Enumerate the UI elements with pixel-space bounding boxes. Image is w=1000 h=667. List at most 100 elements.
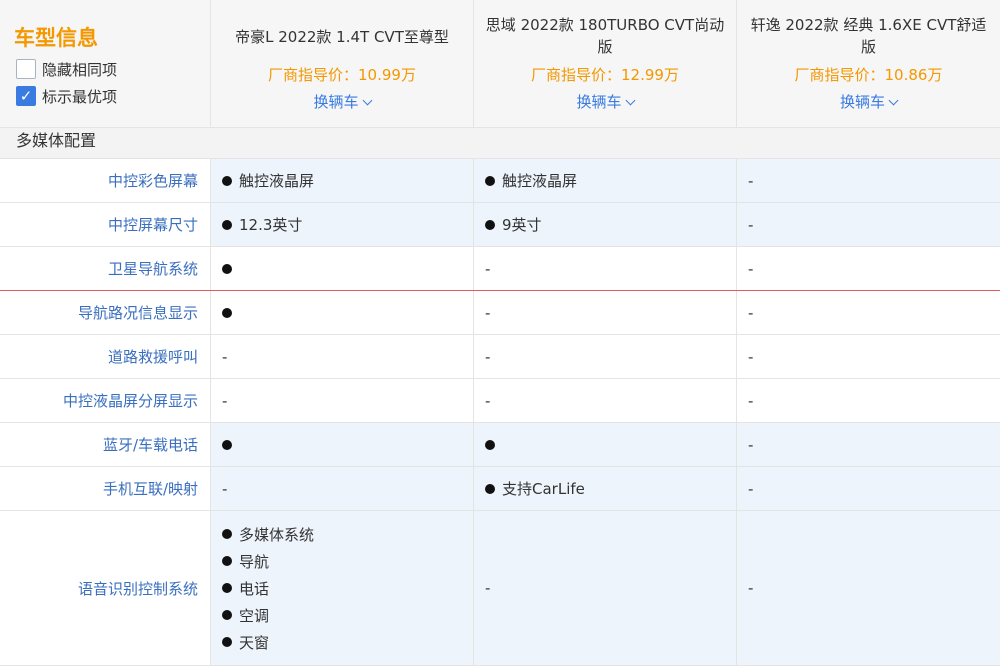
table-row: 中控彩色屏幕 触控液晶屏 触控液晶屏 - (0, 159, 1000, 203)
list-item: 导航 (222, 548, 314, 575)
spec-cell: 触控液晶屏 (474, 159, 737, 202)
spec-cell: - (737, 467, 1000, 510)
spec-value: 触控液晶屏 (502, 172, 578, 190)
row-label: 中控液晶屏分屏显示 (0, 379, 211, 422)
spec-cell: 多媒体系统 导航 电话 空调 天窗 (211, 511, 474, 665)
row-label: 手机互联/映射 (0, 467, 211, 510)
standard-dot-icon (485, 483, 495, 494)
spec-value: 触控液晶屏 (239, 172, 315, 190)
page-title: 车型信息 (14, 26, 98, 50)
car-price: 厂商指导价：12.99万 (531, 66, 679, 84)
row-label: 中控屏幕尺寸 (0, 203, 211, 246)
spec-cell: - (737, 423, 1000, 466)
car-name: 轩逸 2022款 经典 1.6XE CVT舒适版 (750, 16, 987, 56)
table-row: 中控液晶屏分屏显示 - - - (0, 379, 1000, 423)
spec-cell: - (474, 511, 737, 665)
spec-cell: - (737, 247, 1000, 290)
spec-cell: - (474, 247, 737, 290)
spec-value: - (748, 435, 754, 454)
chevron-down-icon (888, 95, 899, 106)
spec-cell (211, 423, 474, 466)
standard-dot-icon (222, 556, 232, 566)
spec-cell: - (474, 291, 737, 334)
header-label-cell: 车型信息 隐藏相同项 ✓ 标示最优项 (0, 0, 211, 127)
car-column-1: 帝豪L 2022款 1.4T CVT至尊型 厂商指导价：10.99万 换辆车 (211, 0, 474, 127)
spec-cell: - (211, 335, 474, 378)
switch-car-label: 换辆车 (576, 93, 622, 111)
switch-car-button[interactable]: 换辆车 (474, 91, 736, 112)
spec-cell (211, 247, 474, 290)
spec-cell: - (737, 335, 1000, 378)
switch-car-label: 换辆车 (839, 93, 885, 111)
car-name: 帝豪L 2022款 1.4T CVT至尊型 (235, 28, 449, 46)
spec-cell: - (474, 335, 737, 378)
spec-cell: - (211, 467, 474, 510)
spec-cell (474, 423, 737, 466)
table-row: 语音识别控制系统 多媒体系统 导航 电话 空调 天窗 - - (0, 511, 1000, 666)
spec-cell (211, 291, 474, 334)
standard-dot-icon (222, 307, 232, 318)
table-row: 手机互联/映射 - 支持CarLife - (0, 467, 1000, 511)
switch-car-button[interactable]: 换辆车 (211, 91, 473, 112)
spec-value: - (748, 259, 754, 278)
spec-value: - (748, 479, 754, 498)
hide-same-toggle[interactable]: 隐藏相同项 (16, 58, 117, 80)
spec-cell: - (737, 203, 1000, 246)
standard-dot-icon (222, 529, 232, 539)
table-row: 蓝牙/车载电话 - (0, 423, 1000, 467)
spec-value: - (485, 303, 491, 322)
list-item: 空调 (222, 602, 314, 629)
standard-dot-icon (222, 637, 232, 647)
row-label: 蓝牙/车载电话 (0, 423, 211, 466)
row-label: 卫星导航系统 (0, 247, 211, 290)
chevron-down-icon (625, 95, 635, 106)
spec-value: 12.3英寸 (239, 216, 303, 234)
spec-value: - (222, 347, 228, 366)
spec-value: - (748, 391, 754, 410)
car-name: 思域 2022款 180TURBO CVT尚动版 (485, 16, 725, 56)
switch-car-button[interactable]: 换辆车 (737, 91, 1000, 112)
spec-value: - (222, 391, 228, 410)
spec-value: - (485, 347, 491, 366)
spec-value: - (222, 479, 228, 498)
spec-value: 空调 (239, 606, 270, 625)
table-row: 道路救援呼叫 - - - (0, 335, 1000, 379)
standard-dot-icon (485, 219, 495, 230)
hide-same-checkbox[interactable] (16, 59, 36, 79)
spec-value: - (748, 171, 754, 190)
spec-cell: - (737, 159, 1000, 202)
hide-same-label: 隐藏相同项 (42, 60, 118, 79)
standard-dot-icon (485, 175, 495, 186)
spec-table: 中控彩色屏幕 触控液晶屏 触控液晶屏 - 中控屏幕尺寸 12.3英寸 9英寸 - 卫星导航系统 -… (0, 159, 1000, 666)
spec-value: 支持CarLife (502, 480, 585, 498)
car-column-3: 轩逸 2022款 经典 1.6XE CVT舒适版 厂商指导价：10.86万 换辆… (737, 0, 1000, 127)
chevron-down-icon (362, 95, 372, 106)
car-price: 厂商指导价：10.99万 (268, 66, 416, 84)
spec-value: 电话 (239, 579, 270, 598)
spec-cell: 触控液晶屏 (211, 159, 474, 202)
spec-value: 9英寸 (502, 216, 542, 234)
spec-value: 多媒体系统 (239, 525, 315, 544)
spec-cell: 支持CarLife (474, 467, 737, 510)
row-label: 中控彩色屏幕 (0, 159, 211, 202)
spec-value: - (485, 579, 491, 597)
mark-best-checkbox[interactable]: ✓ (16, 86, 36, 106)
standard-dot-icon (222, 583, 232, 593)
standard-dot-icon (222, 175, 232, 186)
spec-value: 导航 (239, 552, 270, 571)
spec-cell: 9英寸 (474, 203, 737, 246)
spec-cell: 12.3英寸 (211, 203, 474, 246)
spec-value: - (748, 579, 754, 597)
standard-dot-icon (222, 439, 232, 450)
spec-cell: - (737, 379, 1000, 422)
standard-dot-icon (222, 219, 232, 230)
table-row: 导航路况信息显示 - - (0, 291, 1000, 335)
car-price: 厂商指导价：10.86万 (794, 66, 943, 84)
spec-cell: - (737, 291, 1000, 334)
mark-best-toggle[interactable]: ✓ 标示最优项 (16, 85, 117, 107)
standard-dot-icon (222, 610, 232, 620)
row-label: 语音识别控制系统 (0, 511, 211, 665)
mark-best-label: 标示最优项 (42, 87, 118, 106)
switch-car-label: 换辆车 (313, 93, 359, 111)
spec-value: - (748, 347, 754, 366)
